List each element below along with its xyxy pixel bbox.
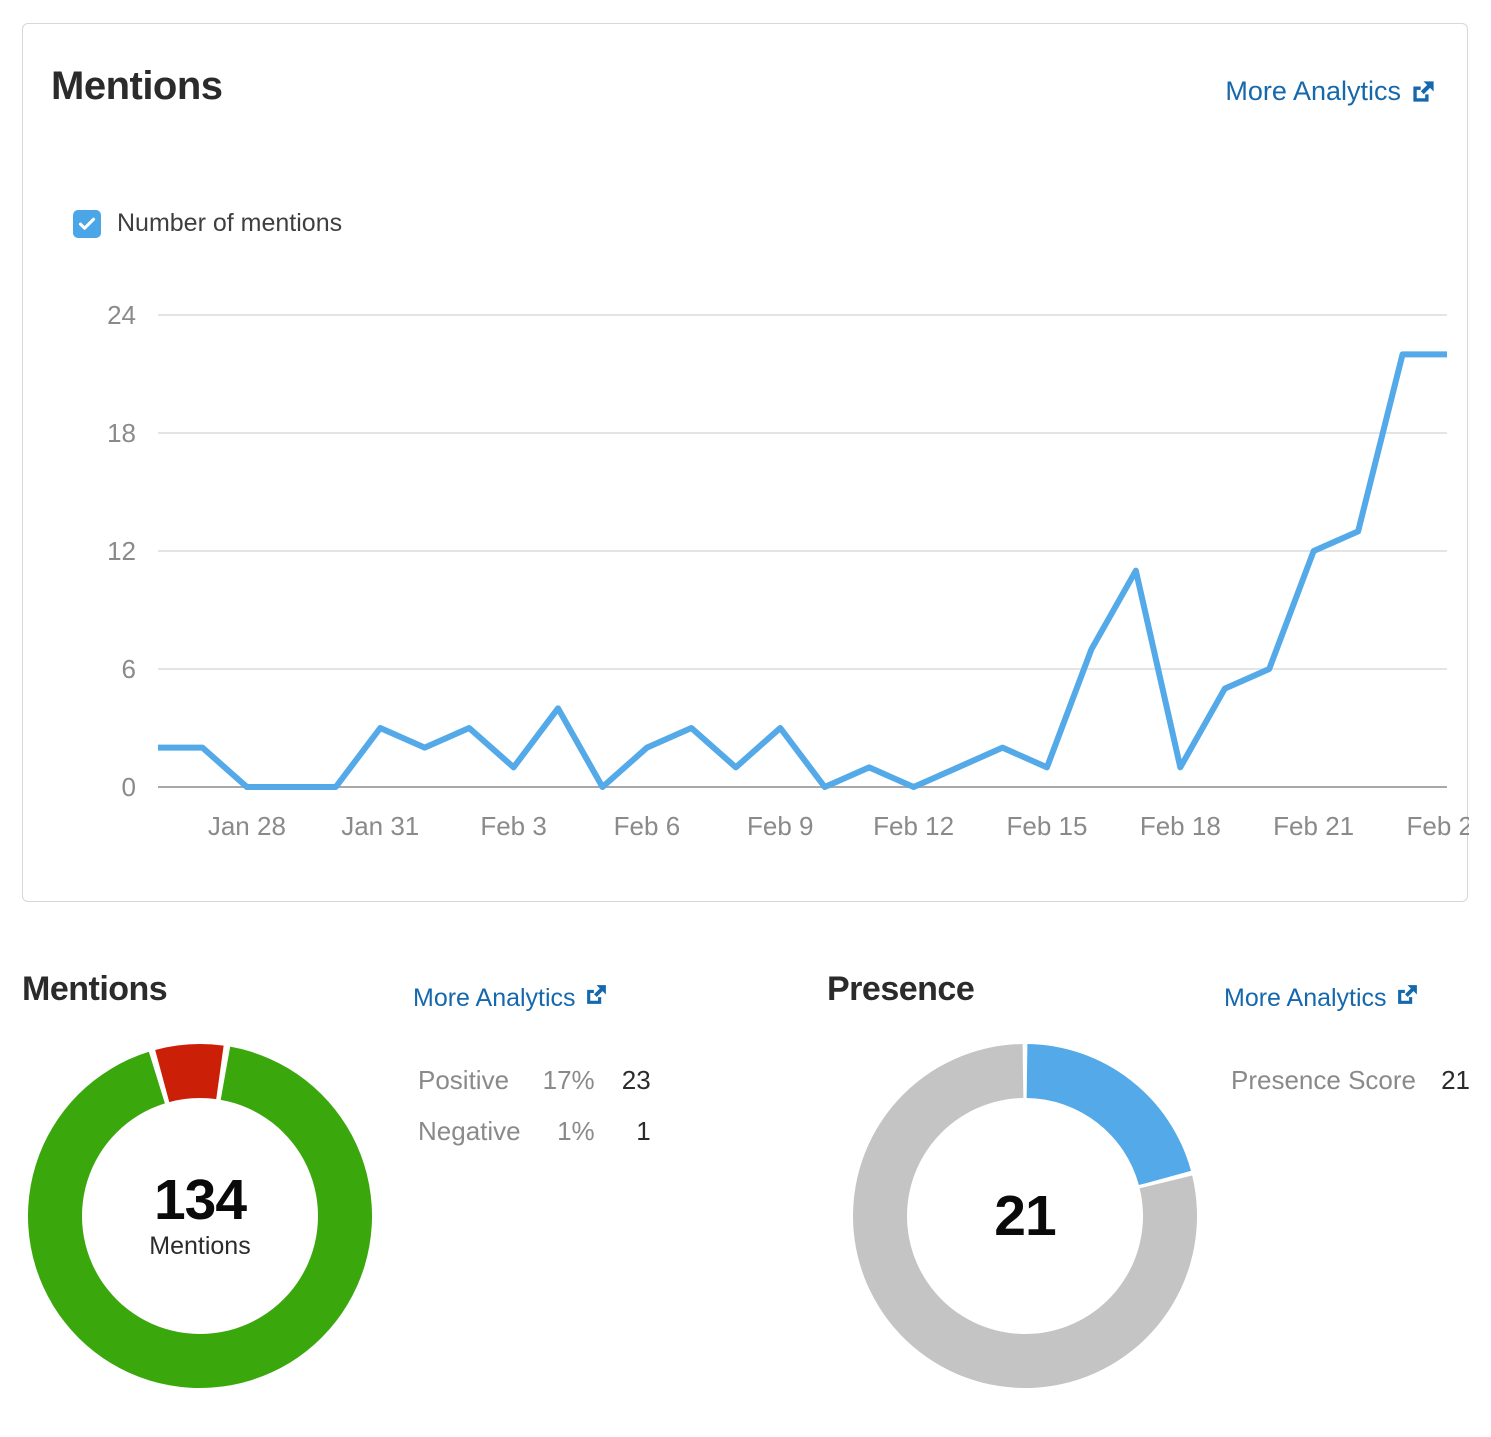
- presence-donut-svg: [853, 1044, 1197, 1388]
- stat-label-positive: Positive: [418, 1065, 510, 1095]
- donut-segment: [155, 1044, 224, 1103]
- mentions-donut-svg: [27, 1044, 372, 1388]
- stat-label-presence-score: Presence Score: [1231, 1065, 1416, 1095]
- page-title: Mentions: [51, 64, 223, 108]
- mentions-panel-title: Mentions: [22, 970, 168, 1008]
- external-link-icon: [584, 982, 609, 1014]
- svg-text:6: 6: [122, 654, 136, 684]
- line-chart: 0 6 12 18 24 Jan 28 Jan 31 Feb 3 Feb 6 Feb 9 Feb 1…: [23, 24, 1469, 903]
- more-analytics-link-chart[interactable]: More Analytics: [1225, 76, 1437, 107]
- line-chart-svg: 0 6 12 18 24 Jan 28 Jan 31 Feb 3 Feb 6 Feb 9 Feb 1…: [107, 300, 1469, 841]
- svg-text:12: 12: [107, 536, 136, 566]
- svg-text:Feb 9: Feb 9: [747, 811, 814, 841]
- svg-text:Feb 6: Feb 6: [614, 811, 681, 841]
- mentions-summary-panel: Mentions More Analytics 134 Mentions Pos…: [0, 960, 720, 1420]
- svg-text:Jan 31: Jan 31: [341, 811, 419, 841]
- stat-value-negative: 1: [636, 1116, 651, 1146]
- more-analytics-label: More Analytics: [1225, 76, 1401, 106]
- more-analytics-label: More Analytics: [1224, 983, 1387, 1012]
- svg-text:Feb 12: Feb 12: [873, 811, 954, 841]
- legend-label: Number of mentions: [117, 209, 343, 237]
- legend-number-of-mentions[interactable]: Number of mentions: [73, 209, 342, 238]
- mentions-chart-card: Mentions More Analytics Number of mentio…: [22, 23, 1469, 903]
- stat-label-negative: Negative: [418, 1116, 521, 1146]
- stat-value-positive: 23: [621, 1065, 651, 1095]
- external-link-icon: [1410, 78, 1437, 105]
- presence-stats-table: Presence Score 21: [1231, 1065, 1470, 1096]
- donut-segment: [1026, 1044, 1191, 1186]
- stat-percent-positive: 17%: [542, 1065, 595, 1095]
- svg-text:Feb 25: Feb 25: [1407, 811, 1469, 841]
- card-header: Mentions More Analytics: [23, 24, 1467, 134]
- stat-percent-negative: 1%: [557, 1116, 595, 1146]
- presence-summary-panel: Presence More Analytics 21 Presence Scor…: [805, 960, 1491, 1420]
- more-analytics-link-presence[interactable]: More Analytics: [1224, 982, 1420, 1014]
- presence-donut-chart: 21: [847, 1038, 1203, 1399]
- mentions-donut-chart: 134 Mentions: [22, 1038, 378, 1399]
- checkmark-icon[interactable]: [73, 209, 101, 238]
- svg-text:Feb 3: Feb 3: [480, 811, 547, 841]
- stat-value-presence-score: 21: [1441, 1065, 1470, 1095]
- svg-text:0: 0: [122, 772, 136, 802]
- svg-text:Feb 18: Feb 18: [1140, 811, 1221, 841]
- more-analytics-label: More Analytics: [413, 983, 576, 1012]
- mentions-stats-table: Positive 17% 23 Negative 1% 1: [418, 1065, 651, 1147]
- svg-text:Feb 21: Feb 21: [1273, 811, 1354, 841]
- svg-text:18: 18: [107, 418, 136, 448]
- external-link-icon: [1395, 982, 1420, 1014]
- more-analytics-link-mentions[interactable]: More Analytics: [413, 982, 609, 1014]
- svg-text:24: 24: [107, 300, 136, 330]
- svg-text:Jan 28: Jan 28: [208, 811, 286, 841]
- presence-panel-title: Presence: [827, 970, 975, 1008]
- svg-text:Feb 15: Feb 15: [1006, 811, 1087, 841]
